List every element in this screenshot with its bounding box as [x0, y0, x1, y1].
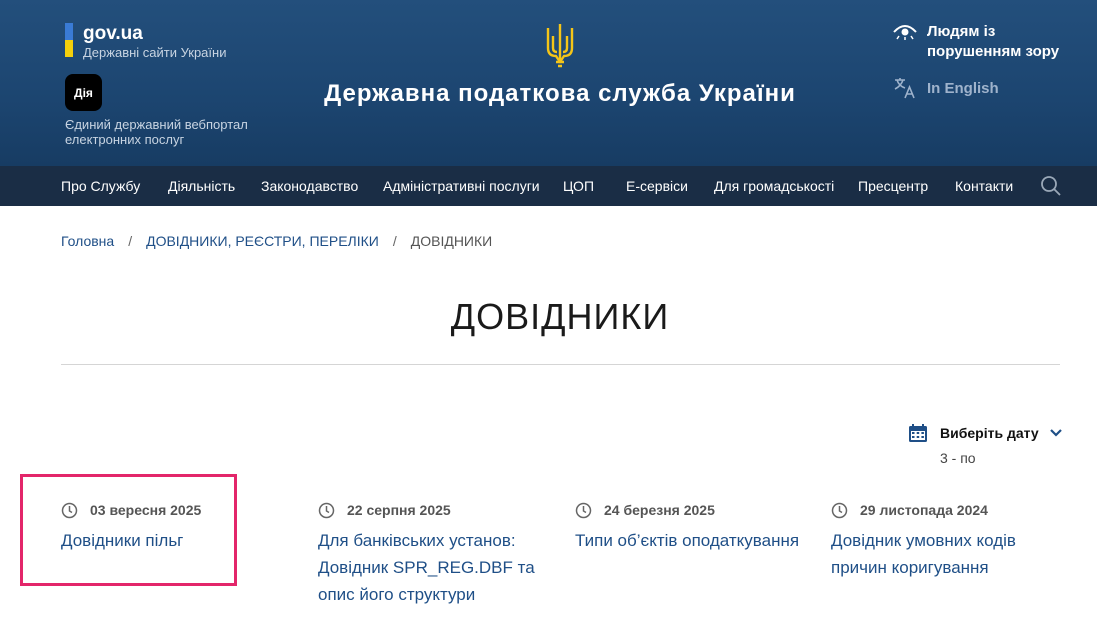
card-date: 24 березня 2025: [604, 502, 715, 518]
english-label: In English: [927, 79, 999, 97]
breadcrumb-separator: /: [392, 233, 397, 249]
news-card: 29 листопада 2024 Довідник умовних кодів…: [831, 500, 1061, 581]
news-card: 24 березня 2025 Типи об’єктів оподаткува…: [575, 500, 810, 554]
eye-icon: [893, 25, 917, 40]
divider: [61, 364, 1060, 365]
chevron-down-icon: [1049, 429, 1062, 437]
breadcrumb-current: ДОВІДНИКИ: [410, 233, 493, 249]
news-card: 22 серпня 2025 Для банківських установ: …: [318, 500, 548, 608]
nav-item-legislation[interactable]: Законодавство: [261, 178, 358, 194]
trident-icon: [546, 24, 574, 68]
translate-icon: [894, 78, 915, 99]
nav-item-about[interactable]: Про Службу: [61, 178, 140, 194]
govua-subtitle: Державні сайти України: [83, 45, 227, 60]
nav-item-tsop[interactable]: ЦОП: [563, 178, 594, 194]
nav-item-public[interactable]: Для громадськості: [714, 178, 834, 194]
nav-item-activity[interactable]: Діяльність: [168, 178, 235, 194]
breadcrumb-separator: /: [128, 233, 133, 249]
govua-link[interactable]: gov.ua Державні сайти України: [65, 23, 226, 61]
main-nav: Про Службу Діяльність Законодавство Адмі…: [0, 166, 1097, 206]
site-header: gov.ua Державні сайти України Дія Єдиний…: [0, 0, 1097, 166]
card-title-link[interactable]: Для банківських установ: Довідник SPR_RE…: [318, 527, 548, 608]
nav-item-admin-services[interactable]: Адміністративні послуги: [383, 178, 540, 194]
nav-item-press-center[interactable]: Пресцентр: [858, 178, 928, 194]
card-date: 29 листопада 2024: [860, 502, 988, 518]
calendar-icon: [909, 424, 927, 442]
nav-item-contacts[interactable]: Контакти: [955, 178, 1013, 194]
card-title-link[interactable]: Типи об’єктів оподаткування: [575, 527, 810, 554]
page-title: ДОВІДНИКИ: [450, 296, 670, 337]
ukraine-flag-icon: [65, 23, 73, 57]
english-link[interactable]: In English: [893, 76, 999, 100]
date-filter-label: Виберіть дату: [940, 425, 1039, 441]
nav-item-e-services[interactable]: Е-сервіси: [626, 178, 688, 194]
date-filter-range: 3 - по: [940, 450, 976, 466]
vision-impaired-label: Людям із порушенням зору: [927, 23, 1060, 60]
breadcrumb: Головна / ДОВІДНИКИ, РЕЄСТРИ, ПЕРЕЛІКИ / ДОВ…: [61, 232, 492, 250]
card-title-link[interactable]: Довідник умовних кодів причин коригуванн…: [831, 527, 1061, 581]
clock-icon: [575, 502, 592, 518]
date-filter-toggle[interactable]: Виберіть дату: [908, 423, 1063, 443]
diia-subtitle: Єдиний державний вебпортал електронних п…: [65, 117, 248, 147]
vision-impaired-link[interactable]: Людям із порушенням зору: [893, 22, 1067, 62]
clock-icon: [318, 502, 335, 518]
govua-name: gov.ua: [83, 23, 143, 44]
clock-icon: [831, 502, 848, 518]
search-icon[interactable]: [1040, 175, 1062, 197]
breadcrumb-home[interactable]: Головна: [61, 233, 114, 249]
breadcrumb-section[interactable]: ДОВІДНИКИ, РЕЄСТРИ, ПЕРЕЛІКИ: [146, 233, 379, 249]
highlight-box: [20, 474, 237, 586]
card-date: 22 серпня 2025: [347, 502, 451, 518]
